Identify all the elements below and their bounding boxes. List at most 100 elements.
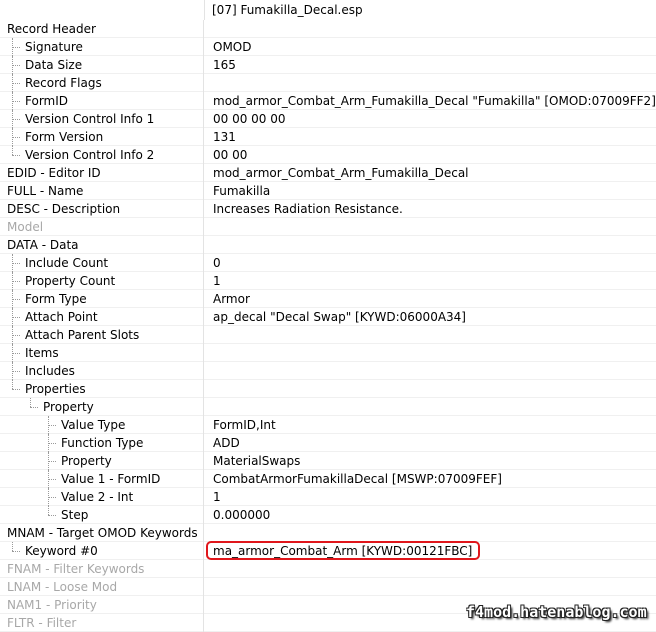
row-includes[interactable]: Includes: [0, 362, 656, 380]
row-lnam[interactable]: LNAM - Loose Mod: [0, 578, 656, 596]
row-version-control-info-2[interactable]: Version Control Info 2 00 00: [0, 146, 656, 164]
row-name-cell: Record Flags: [0, 74, 204, 92]
row-value[interactable]: Increases Radiation Resistance.: [206, 200, 403, 218]
row-value[interactable]: [206, 326, 213, 344]
row-value[interactable]: 0.000000: [206, 506, 270, 524]
row-value[interactable]: 1: [206, 272, 221, 290]
tree-connector: [48, 497, 56, 498]
row-label: Model: [7, 220, 44, 234]
row-value[interactable]: Fumakilla: [206, 182, 270, 200]
row-model[interactable]: Model: [0, 218, 656, 236]
tree-guide-line: [12, 254, 13, 272]
row-value[interactable]: CombatArmorFumakillaDecal [MSWP:07009FEF…: [206, 470, 502, 488]
tree-connector: [48, 479, 56, 480]
row-attach-point[interactable]: Attach Point ap_decal "Decal Swap" [KYWD:…: [0, 308, 656, 326]
row-label: Keyword #0: [25, 544, 98, 558]
row-full-name[interactable]: FULL - Name Fumakilla: [0, 182, 656, 200]
row-value[interactable]: 165: [206, 56, 236, 74]
row-value[interactable]: [206, 596, 213, 614]
row-label: MNAM - Target OMOD Keywords: [7, 526, 198, 540]
row-name-cell: Property: [0, 452, 204, 470]
row-label: FormID: [25, 94, 69, 108]
row-value[interactable]: Armor: [206, 290, 250, 308]
row-data[interactable]: DATA - Data: [0, 236, 656, 254]
row-label: Include Count: [25, 256, 109, 270]
tree-guide-line: [48, 506, 49, 515]
row-properties[interactable]: Properties: [0, 380, 656, 398]
row-value-1-formid[interactable]: Value 1 - FormID CombatArmorFumakillaDeca…: [0, 470, 656, 488]
row-form-version[interactable]: Form Version 131: [0, 128, 656, 146]
tree-guide-line: [12, 542, 13, 551]
row-function-type[interactable]: Function Type ADD: [0, 434, 656, 452]
row-value[interactable]: [206, 614, 213, 632]
row-value[interactable]: [206, 344, 213, 362]
row-value[interactable]: ap_decal "Decal Swap" [KYWD:06000A34]: [206, 308, 466, 326]
tree-guide-line: [12, 380, 13, 389]
row-value[interactable]: mod_armor_Combat_Arm_Fumakilla_Decal "Fu…: [206, 92, 656, 110]
row-value-2-int[interactable]: Value 2 - Int 1: [0, 488, 656, 506]
row-value[interactable]: ADD: [206, 434, 240, 452]
row-items[interactable]: Items: [0, 344, 656, 362]
row-version-control-info-1[interactable]: Version Control Info 1 00 00 00 00: [0, 110, 656, 128]
row-value[interactable]: [206, 380, 213, 398]
row-value[interactable]: [206, 74, 213, 92]
row-name-cell: NAM1 - Priority: [0, 596, 204, 614]
row-step[interactable]: Step 0.000000: [0, 506, 656, 524]
row-value[interactable]: [206, 524, 213, 542]
row-mnam[interactable]: MNAM - Target OMOD Keywords: [0, 524, 656, 542]
row-form-type[interactable]: Form Type Armor: [0, 290, 656, 308]
row-value[interactable]: [206, 578, 213, 596]
row-signature[interactable]: Signature OMOD: [0, 38, 656, 56]
row-value[interactable]: [206, 236, 213, 254]
row-attach-parent-slots[interactable]: Attach Parent Slots: [0, 326, 656, 344]
tree-connector: [30, 407, 38, 408]
row-name-cell: Signature: [0, 38, 204, 56]
row-value[interactable]: [206, 362, 213, 380]
row-value[interactable]: mod_armor_Combat_Arm_Fumakilla_Decal: [206, 164, 469, 182]
row-value[interactable]: 0: [206, 254, 221, 272]
row-value[interactable]: 00 00: [206, 146, 247, 164]
tree-connector: [12, 389, 20, 390]
row-label: Attach Parent Slots: [25, 328, 140, 342]
row-label: Attach Point: [25, 310, 98, 324]
tree-connector: [12, 335, 20, 336]
row-record-header[interactable]: Record Header: [0, 20, 656, 38]
row-edid[interactable]: EDID - Editor ID mod_armor_Combat_Arm_Fum…: [0, 164, 656, 182]
row-value[interactable]: [206, 20, 213, 38]
tree-connector: [12, 47, 20, 48]
row-value[interactable]: [206, 398, 213, 416]
row-name-cell: Record Header: [0, 20, 204, 38]
row-value[interactable]: 1: [206, 488, 221, 506]
row-record-flags[interactable]: Record Flags: [0, 74, 656, 92]
tree-guide-line: [30, 398, 31, 407]
tree-guide-line: [12, 74, 13, 92]
row-name-cell: Properties: [0, 380, 204, 398]
row-property-count[interactable]: Property Count 1: [0, 272, 656, 290]
row-label: Version Control Info 2: [25, 148, 155, 162]
row-value[interactable]: 00 00 00 00: [206, 110, 286, 128]
row-property-group[interactable]: Property: [0, 398, 656, 416]
row-value[interactable]: OMOD: [206, 38, 251, 56]
row-value[interactable]: [206, 218, 213, 236]
tree-connector: [12, 317, 20, 318]
row-desc[interactable]: DESC - Description Increases Radiation Re…: [0, 200, 656, 218]
row-label: Step: [61, 508, 89, 522]
tree-connector: [48, 443, 56, 444]
file-column-header[interactable]: [07] Fumakilla_Decal.esp: [206, 0, 363, 20]
row-formid[interactable]: FormID mod_armor_Combat_Arm_Fumakilla_Dec…: [0, 92, 656, 110]
tree-guide-line: [48, 488, 49, 506]
row-data-size[interactable]: Data Size 165: [0, 56, 656, 74]
row-include-count[interactable]: Include Count 0: [0, 254, 656, 272]
tree-guide-line: [12, 38, 13, 56]
row-value[interactable]: MaterialSwaps: [206, 452, 300, 470]
row-value[interactable]: FormID,Int: [206, 416, 276, 434]
row-fnam[interactable]: FNAM - Filter Keywords: [0, 560, 656, 578]
row-label: NAM1 - Priority: [7, 598, 97, 612]
row-value[interactable]: 131: [206, 128, 236, 146]
row-property-value[interactable]: Property MaterialSwaps: [0, 452, 656, 470]
row-name-cell: MNAM - Target OMOD Keywords: [0, 524, 204, 542]
row-name-cell: DATA - Data: [0, 236, 204, 254]
row-value[interactable]: [206, 560, 213, 578]
row-label: Value 1 - FormID: [61, 472, 161, 486]
row-value-type[interactable]: Value Type FormID,Int: [0, 416, 656, 434]
